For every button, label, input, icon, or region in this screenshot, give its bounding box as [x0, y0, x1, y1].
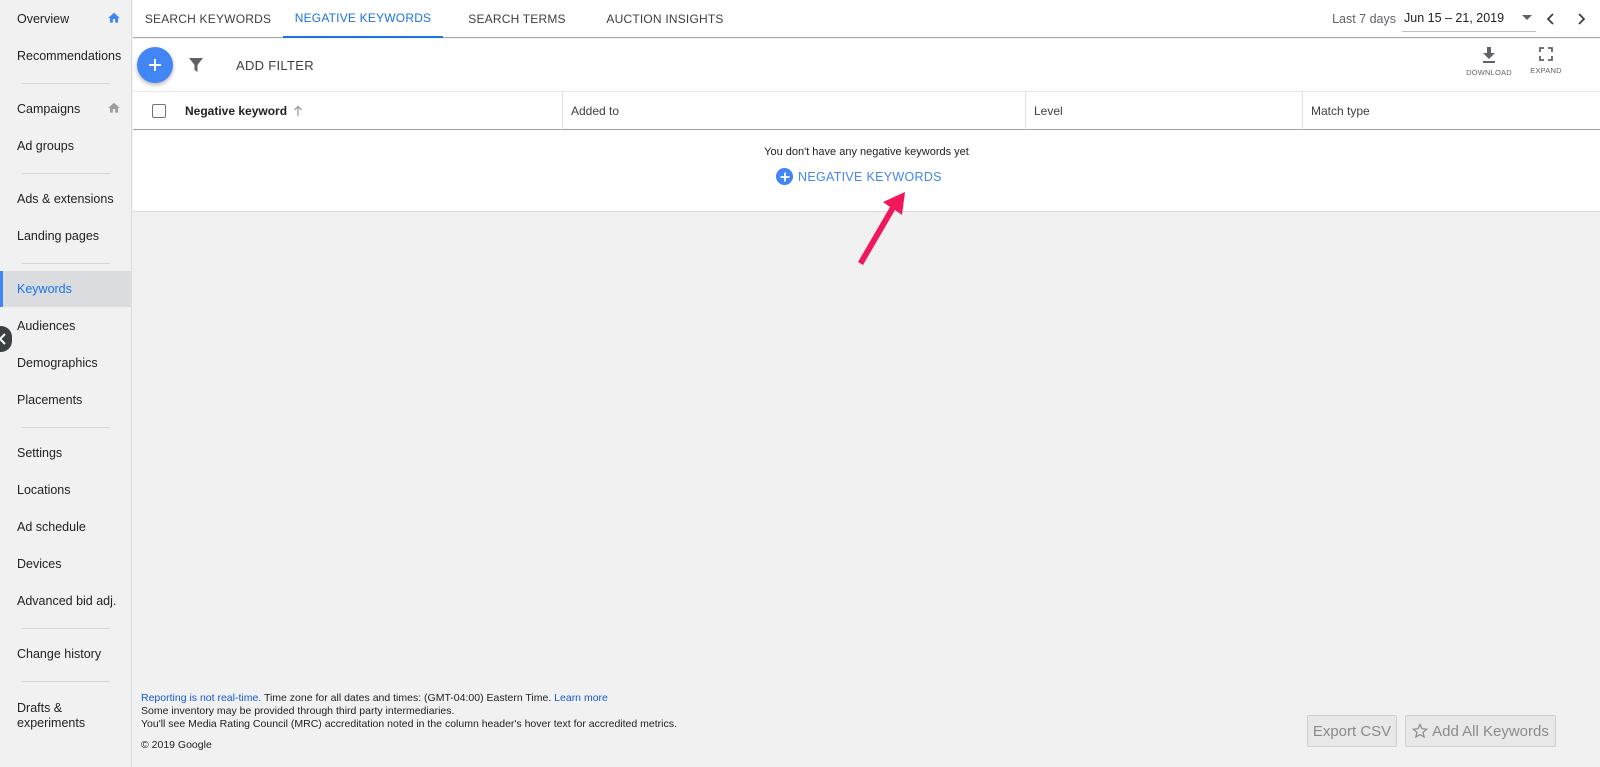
sidebar-item-ad-schedule[interactable]: Ad schedule — [0, 509, 131, 545]
filter-icon[interactable] — [188, 57, 204, 73]
previous-period-button[interactable] — [1536, 4, 1566, 34]
sort-ascending-icon — [294, 105, 303, 116]
sidebar-item-advanced-bid-adj[interactable]: Advanced bid adj. — [0, 583, 131, 619]
add-negative-keyword-fab[interactable] — [137, 47, 173, 83]
column-header-label: Negative keyword — [185, 104, 288, 118]
column-header-match-type[interactable]: Match type — [1302, 92, 1600, 130]
chevron-left-icon — [1547, 13, 1554, 25]
home-icon — [108, 12, 120, 23]
sidebar-item-recommendations[interactable]: Recommendations — [0, 38, 131, 74]
learn-more-link[interactable]: Learn more — [554, 692, 608, 704]
expand-label: EXPAND — [1530, 66, 1562, 75]
sidebar-item-devices[interactable]: Devices — [0, 546, 131, 582]
tab-auction-insights[interactable]: AUCTION INSIGHTS — [591, 0, 739, 38]
negative-keywords-table-card: ADD FILTER DOWNLOAD EXPAND Negative keyw… — [133, 39, 1600, 212]
footer-line-2: Some inventory may be provided through t… — [141, 705, 455, 717]
sidebar-item-label: Overview — [17, 12, 70, 26]
sidebar-item-label: Campaigns — [17, 102, 81, 116]
add-filter-button[interactable]: ADD FILTER — [236, 58, 314, 73]
add-all-keywords-label: Add All Keywords — [1432, 722, 1549, 740]
footer-notes: Reporting is not real-time. Time zone fo… — [141, 692, 677, 731]
star-icon — [1412, 723, 1429, 739]
expand-icon — [1539, 47, 1553, 61]
sidebar-item-landing-pages[interactable]: Landing pages — [0, 218, 131, 254]
chevron-left-icon — [0, 333, 6, 345]
export-csv-label: Export CSV — [1312, 722, 1392, 740]
sidebar-item-audiences[interactable]: Audiences — [0, 308, 131, 344]
sidebar-item-campaigns[interactable]: Campaigns — [0, 91, 131, 127]
sidebar: Overview Recommendations Campaigns Ad gr… — [0, 0, 132, 767]
column-header-negative-keyword[interactable]: Negative keyword — [177, 92, 562, 130]
sidebar-item-change-history[interactable]: Change history — [0, 636, 131, 672]
sidebar-divider — [22, 628, 110, 629]
empty-state-message: You don't have any negative keywords yet — [764, 146, 969, 158]
sidebar-item-label: Audiences — [17, 319, 76, 333]
annotation-arrow — [858, 192, 905, 265]
date-range-picker: Last 7 days Jun 15 – 21, 2019 — [1332, 0, 1600, 38]
sidebar-item-settings[interactable]: Settings — [0, 435, 131, 471]
timezone-text: Time zone for all dates and times: (GMT-… — [261, 692, 555, 704]
plus-icon — [149, 59, 161, 71]
sidebar-item-ad-groups[interactable]: Ad groups — [0, 128, 131, 164]
date-range-label: Last 7 days — [1332, 12, 1396, 26]
sidebar-item-ads-extensions[interactable]: Ads & extensions — [0, 181, 131, 217]
sidebar-item-label: Ads & extensions — [17, 192, 114, 206]
sidebar-item-placements[interactable]: Placements — [0, 382, 131, 418]
download-label: DOWNLOAD — [1466, 68, 1512, 77]
sidebar-item-label: Drafts & experiments — [17, 701, 86, 730]
sidebar-item-locations[interactable]: Locations — [0, 472, 131, 508]
sidebar-item-label: Recommendations — [17, 49, 122, 63]
sidebar-divider — [22, 427, 110, 428]
column-header-added-to[interactable]: Added to — [562, 92, 1025, 130]
sidebar-item-label: Ad groups — [17, 139, 74, 153]
download-button[interactable]: DOWNLOAD — [1466, 47, 1512, 85]
copyright: © 2019 Google — [141, 739, 212, 751]
next-period-button[interactable] — [1566, 4, 1596, 34]
main-panel: SEARCH KEYWORDS NEGATIVE KEYWORDS SEARCH… — [133, 0, 1600, 767]
sidebar-divider — [22, 263, 110, 264]
home-icon — [108, 102, 120, 113]
dropdown-arrow-icon — [1522, 14, 1532, 20]
sidebar-item-drafts-experiments[interactable]: Drafts & experiments — [0, 697, 131, 735]
expand-button[interactable]: EXPAND — [1523, 47, 1569, 85]
table-toolbar: ADD FILTER DOWNLOAD EXPAND — [133, 39, 1600, 91]
sidebar-item-demographics[interactable]: Demographics — [0, 345, 131, 381]
tab-search-terms[interactable]: SEARCH TERMS — [443, 0, 591, 38]
sidebar-divider — [22, 681, 110, 682]
tab-search-keywords[interactable]: SEARCH KEYWORDS — [133, 0, 283, 38]
column-header-level[interactable]: Level — [1025, 92, 1302, 130]
tab-negative-keywords[interactable]: NEGATIVE KEYWORDS — [283, 0, 443, 38]
sidebar-divider — [22, 173, 110, 174]
date-range-select[interactable]: Jun 15 – 21, 2019 — [1402, 7, 1536, 32]
reporting-link[interactable]: Reporting is not real-time. — [141, 692, 261, 704]
select-all-checkbox[interactable] — [152, 104, 166, 118]
table-header: Negative keyword Added to Level Match ty… — [133, 91, 1600, 130]
sidebar-item-label: Keywords — [17, 282, 72, 296]
plus-circle-icon — [776, 168, 793, 185]
export-csv-button[interactable]: Export CSV — [1307, 715, 1397, 747]
sidebar-item-label: Landing pages — [17, 229, 100, 243]
sidebar-item-keywords[interactable]: Keywords — [0, 271, 131, 307]
footer-line-3: You'll see Media Rating Council (MRC) ac… — [141, 718, 677, 730]
sidebar-item-overview[interactable]: Overview — [0, 1, 131, 37]
sidebar-item-label: Devices — [17, 557, 62, 571]
sidebar-item-label: Settings — [17, 446, 63, 460]
sidebar-item-label: Advanced bid adj. — [17, 594, 117, 608]
download-icon — [1483, 47, 1495, 63]
tab-bar: SEARCH KEYWORDS NEGATIVE KEYWORDS SEARCH… — [133, 0, 1600, 38]
sidebar-item-label: Demographics — [17, 356, 98, 370]
sidebar-item-label: Locations — [17, 483, 71, 497]
sidebar-item-label: Ad schedule — [17, 520, 86, 534]
date-range-value: Jun 15 – 21, 2019 — [1404, 10, 1505, 25]
add-negative-keywords-label: NEGATIVE KEYWORDS — [798, 169, 942, 184]
add-all-keywords-button[interactable]: Add All Keywords — [1405, 715, 1556, 747]
footer-line-1: Reporting is not real-time. Time zone fo… — [141, 692, 677, 705]
chevron-right-icon — [1578, 13, 1585, 25]
add-negative-keywords-button[interactable]: NEGATIVE KEYWORDS — [776, 168, 942, 185]
sidebar-item-label: Placements — [17, 393, 83, 407]
sidebar-item-label: Change history — [17, 647, 102, 661]
sidebar-divider — [22, 83, 110, 84]
